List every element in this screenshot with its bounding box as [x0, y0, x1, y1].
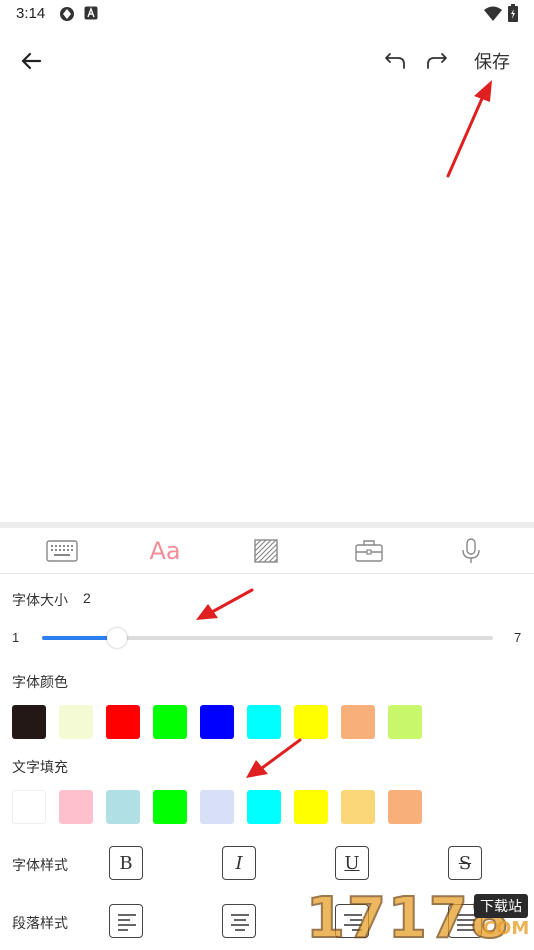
- status-time: 3:14: [16, 5, 46, 22]
- font-color-swatch[interactable]: [294, 705, 328, 739]
- back-arrow-icon[interactable]: [16, 46, 46, 76]
- text-fill-swatch[interactable]: [106, 790, 140, 824]
- tab-voice[interactable]: [441, 528, 501, 573]
- watermark-badge: 下载站: [474, 894, 528, 918]
- redo-icon[interactable]: [422, 46, 450, 74]
- text-fill-swatch[interactable]: [341, 790, 375, 824]
- font-color-swatch[interactable]: [12, 705, 46, 739]
- app-toolbar: 保存: [0, 38, 534, 84]
- text-fill-swatch[interactable]: [388, 790, 422, 824]
- annotation-arrow-font-size: [196, 588, 254, 620]
- font-color-swatch[interactable]: [106, 705, 140, 739]
- toolbox-icon: [355, 539, 383, 562]
- font-color-swatch[interactable]: [200, 705, 234, 739]
- slider-fill: [42, 636, 118, 640]
- align-center-icon: [231, 914, 249, 931]
- tab-texture[interactable]: [236, 528, 296, 573]
- font-color-label: 字体颜色: [12, 674, 68, 690]
- microphone-icon: [462, 537, 480, 563]
- tab-tools[interactable]: [339, 528, 399, 573]
- underline-button[interactable]: U: [335, 846, 369, 880]
- status-bar: 3:14: [0, 0, 534, 28]
- bold-glyph: B: [119, 852, 133, 874]
- site-watermark-logo: 17178 下载站 .COM: [305, 885, 534, 950]
- text-fill-swatch[interactable]: [200, 790, 234, 824]
- align-center-button[interactable]: [222, 904, 256, 938]
- bold-button[interactable]: B: [109, 846, 143, 880]
- wifi-icon: [484, 6, 502, 21]
- strikethrough-button[interactable]: S: [448, 846, 482, 880]
- watermark-suffix: .COM: [476, 918, 530, 939]
- font-color-swatches: [12, 705, 432, 739]
- slider-min-label: 1: [12, 630, 20, 645]
- font-color-swatch[interactable]: [153, 705, 187, 739]
- format-tab-bar: Aa: [0, 528, 534, 574]
- keyboard-icon: [46, 539, 78, 562]
- strikethrough-glyph: S: [458, 852, 472, 874]
- font-format-label: Aa: [149, 536, 181, 565]
- font-size-label: 字体大小: [12, 592, 68, 608]
- align-left-button[interactable]: [109, 904, 143, 938]
- annotation-arrow-text-fill: [246, 738, 302, 778]
- font-style-label: 字体样式: [12, 857, 68, 873]
- paragraph-style-label: 段落样式: [12, 915, 68, 931]
- battery-icon: [508, 4, 518, 22]
- editor-area[interactable]: [0, 84, 534, 522]
- font-color-swatch[interactable]: [247, 705, 281, 739]
- italic-button[interactable]: I: [222, 846, 256, 880]
- slider-max-label: 7: [514, 630, 522, 645]
- italic-glyph: I: [235, 852, 243, 874]
- save-button[interactable]: 保存: [474, 48, 510, 74]
- text-fill-label: 文字填充: [12, 759, 68, 775]
- undo-icon[interactable]: [382, 46, 410, 74]
- app-notification-icon: [84, 6, 98, 20]
- texture-icon: [254, 538, 278, 563]
- text-fill-swatches: [12, 790, 432, 824]
- align-left-icon: [118, 914, 136, 931]
- underline-glyph: U: [344, 852, 360, 874]
- slider-thumb[interactable]: [107, 628, 128, 648]
- font-color-swatch[interactable]: [388, 705, 422, 739]
- text-fill-swatch[interactable]: [294, 790, 328, 824]
- tab-keyboard[interactable]: [32, 528, 92, 573]
- sync-icon: [60, 7, 74, 21]
- text-fill-swatch[interactable]: [59, 790, 93, 824]
- text-fill-swatch[interactable]: [153, 790, 187, 824]
- tab-font[interactable]: Aa: [135, 528, 195, 573]
- font-color-swatch[interactable]: [59, 705, 93, 739]
- font-size-slider[interactable]: [42, 628, 493, 648]
- text-fill-swatch[interactable]: [247, 790, 281, 824]
- font-size-value: 2: [83, 590, 91, 606]
- text-fill-swatch[interactable]: [12, 790, 46, 824]
- font-color-swatch[interactable]: [341, 705, 375, 739]
